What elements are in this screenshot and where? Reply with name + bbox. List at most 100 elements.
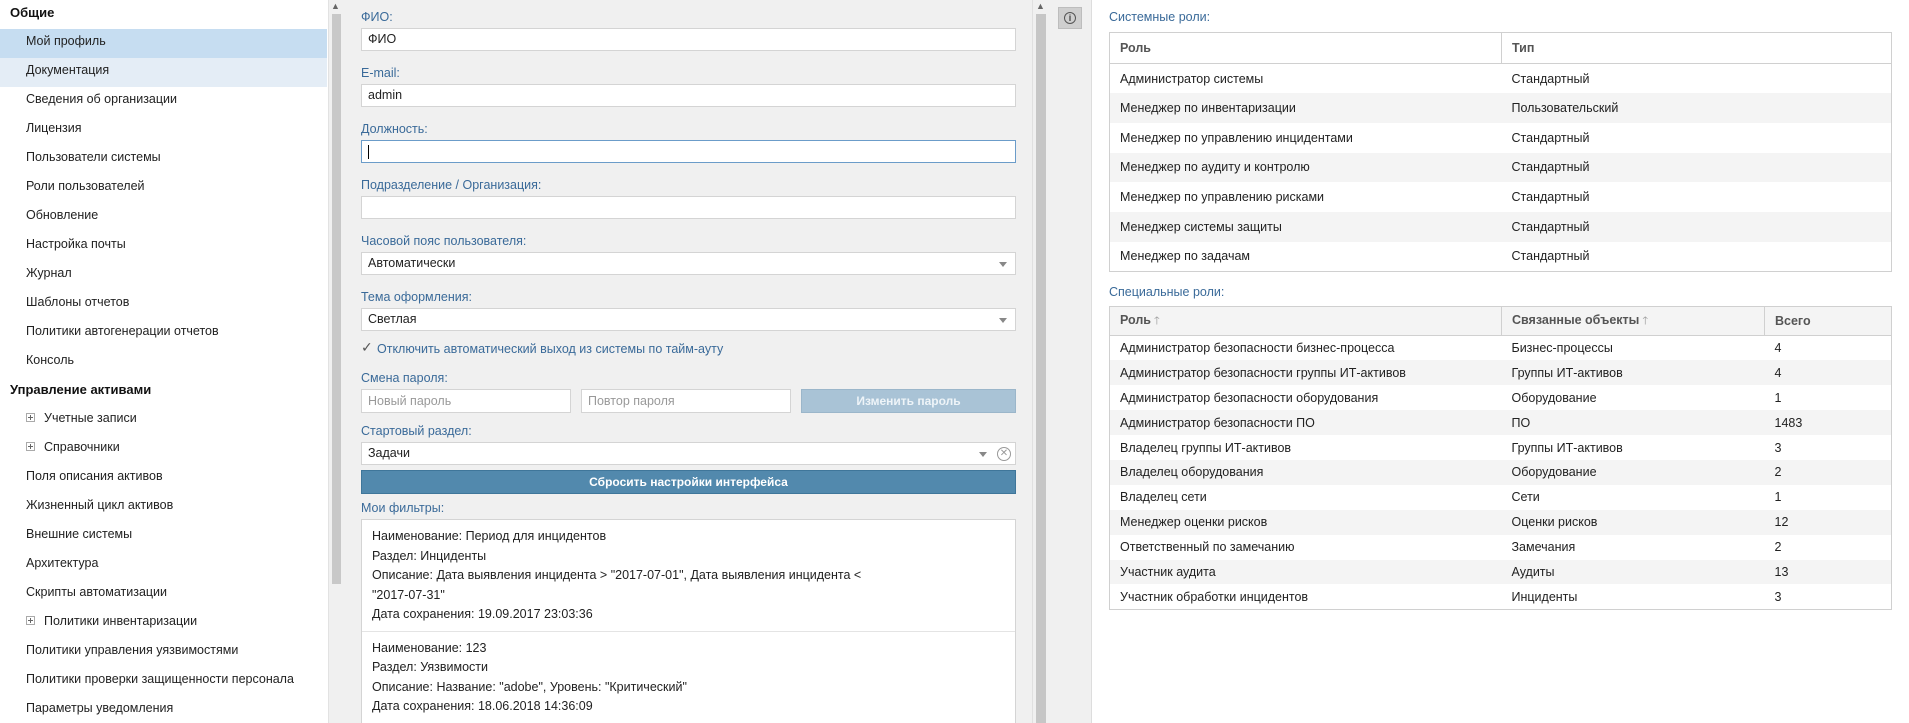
sort-arrow-icon[interactable]: 🡑 — [1154, 315, 1160, 327]
table-row[interactable]: Менеджер оценки рисков Оценки рисков 12 — [1109, 509, 1892, 535]
sidebar-item-report-autogen[interactable]: Политики автогенерации отчетов — [0, 319, 327, 348]
dropdown-arrow-icon[interactable] — [999, 318, 1007, 323]
table-row[interactable]: Менеджер по управлению инцидентами Станда… — [1110, 123, 1892, 153]
sidebar-item-automation-scripts[interactable]: Скрипты автоматизации — [0, 580, 327, 609]
table-row[interactable]: Менеджер по инвентаризации Пользовательск… — [1109, 93, 1892, 123]
role-cell: Менеджер по аудиту и контролю — [1109, 152, 1502, 183]
role-cell: Администратор безопасности оборудования — [1120, 390, 1379, 405]
clear-icon[interactable]: ✕ — [997, 447, 1011, 461]
expand-plus-icon[interactable] — [26, 413, 35, 423]
filters-list: Наименование: Период для инцидентов Разд… — [361, 519, 1016, 723]
sidebar-item-asset-lifecycle[interactable]: Жизненный цикл активов — [0, 493, 327, 522]
timeout-checkbox-label[interactable]: Отключить автоматический выход из систем… — [377, 342, 723, 356]
expand-plus-icon[interactable] — [26, 442, 35, 452]
column-header-role[interactable]: Роль — [1109, 32, 1502, 64]
repeat-password-input[interactable]: Повтор пароля — [581, 389, 791, 413]
role-cell: Владелец группы ИТ-активов — [1120, 440, 1292, 455]
objects-cell: Оборудование — [1511, 390, 1597, 405]
sidebar-item-notification-params[interactable]: Параметры уведомления — [0, 696, 327, 723]
new-password-input[interactable]: Новый пароль — [361, 389, 571, 413]
column-header-label: Связанные объекты — [1512, 312, 1640, 327]
scroll-up-arrow-icon[interactable]: ▲ — [331, 1, 340, 11]
column-header-total[interactable]: Всего — [1764, 306, 1892, 336]
column-header-type[interactable]: Тип — [1501, 32, 1892, 64]
profile-scroll-thumb[interactable] — [1036, 14, 1046, 723]
sidebar-scrollbar[interactable]: ▲ — [328, 0, 344, 723]
column-header-role[interactable]: Роль 🡑 — [1109, 306, 1502, 336]
table-row[interactable]: Администратор безопасности оборудования О… — [1110, 385, 1892, 410]
role-cell: Участник аудита — [1109, 559, 1502, 585]
sidebar-item-documentation[interactable]: Документация — [0, 58, 327, 87]
sidebar-item-directories[interactable]: Справочники — [0, 435, 327, 464]
table-row[interactable]: Владелец группы ИТ-активов Группы ИТ-акти… — [1110, 435, 1892, 460]
timeout-checkbox-row[interactable]: Отключить автоматический выход из систем… — [361, 337, 1016, 361]
table-row[interactable]: Владелец сети Сети 1 — [1110, 485, 1892, 510]
filter-item[interactable]: Наименование: 123 Раздел: Уязвимости Опи… — [362, 630, 1015, 723]
email-field[interactable]: admin — [361, 84, 1016, 107]
table-row[interactable]: Менеджер по аудиту и контролю Стандартный — [1109, 152, 1892, 183]
column-header-linked-objects[interactable]: Связанные объекты 🡑 — [1501, 306, 1765, 336]
sidebar-item-my-profile[interactable]: Мой профиль — [0, 29, 327, 58]
type-cell: Стандартный — [1511, 249, 1590, 264]
objects-cell: Замечания — [1511, 540, 1576, 555]
sidebar-item-vuln-policies[interactable]: Политики управления уязвимостями — [0, 638, 327, 667]
filter-item[interactable]: Наименование: Период для инцидентов Разд… — [362, 520, 1015, 631]
timezone-select[interactable]: Автоматически — [361, 252, 1016, 275]
fio-field[interactable]: ФИО — [361, 28, 1016, 51]
sidebar-item-update[interactable]: Обновление — [0, 203, 327, 232]
sidebar-item-users[interactable]: Пользователи системы — [0, 145, 327, 174]
sidebar-item-inventory-policies[interactable]: Политики инвентаризации — [0, 609, 327, 638]
profile-panel: ФИО: ФИО E-mail: admin Должность: Подраз… — [344, 0, 1032, 723]
sidebar-item-external-systems[interactable]: Внешние системы — [0, 522, 327, 551]
reset-interface-button[interactable]: Сбросить настройки интерфейса — [361, 470, 1016, 494]
sidebar-item-asset-fields[interactable]: Поля описания активов — [0, 464, 327, 493]
table-row[interactable]: Менеджер по управлению рисками Стандартны… — [1110, 182, 1892, 212]
expand-plus-icon[interactable] — [26, 616, 35, 626]
sidebar-item-user-roles[interactable]: Роли пользователей — [0, 174, 327, 203]
table-row[interactable]: Менеджер по задачам Стандартный — [1110, 242, 1892, 272]
position-field[interactable] — [361, 140, 1016, 163]
sort-arrow-icon[interactable]: 🡑 — [1642, 315, 1648, 327]
start-section-select[interactable]: Задачи ✕ — [361, 442, 1016, 465]
sidebar-item-console[interactable]: Консоль — [0, 348, 327, 377]
table-row[interactable]: Участник обработки инцидентов Инциденты 3 — [1110, 584, 1892, 609]
email-label: E-mail: — [361, 66, 400, 80]
dropdown-arrow-icon[interactable] — [979, 452, 987, 457]
theme-select[interactable]: Светлая — [361, 308, 1016, 331]
table-row[interactable]: Администратор безопасности бизнес-процес… — [1110, 336, 1892, 361]
sidebar-item-organization[interactable]: Сведения об организации — [0, 87, 327, 116]
type-cell: Стандартный — [1511, 190, 1590, 205]
table-row[interactable]: Владелец оборудования Оборудование 2 — [1109, 459, 1892, 485]
sidebar-scroll-thumb[interactable] — [332, 14, 341, 584]
dropdown-arrow-icon[interactable] — [999, 262, 1007, 267]
division-field[interactable] — [361, 196, 1016, 219]
table-row[interactable]: Ответственный по замечанию Замечания 2 — [1110, 535, 1892, 560]
sidebar-group-general: Общие — [10, 5, 55, 20]
profile-scrollbar[interactable]: ▲ — [1032, 0, 1048, 723]
sidebar-item-journal[interactable]: Журнал — [0, 261, 327, 290]
change-password-button[interactable]: Изменить пароль — [801, 389, 1016, 413]
sidebar-item-report-templates[interactable]: Шаблоны отчетов — [0, 290, 327, 319]
scroll-up-arrow-icon[interactable]: ▲ — [1036, 1, 1045, 11]
sidebar-item-mail-settings[interactable]: Настройка почты — [0, 232, 327, 261]
fio-label: ФИО: — [361, 10, 393, 24]
sidebar-item-architecture[interactable]: Архитектура — [0, 551, 327, 580]
sidebar-item-label: Учетные записи — [44, 411, 137, 425]
table-row[interactable]: Менеджер системы защиты Стандартный — [1109, 211, 1892, 242]
table-row[interactable]: Администратор безопасности ПО ПО 1483 — [1109, 410, 1892, 436]
sidebar-group-asset-management: Управление активами — [10, 382, 152, 397]
role-cell: Владелец оборудования — [1109, 459, 1502, 485]
sidebar-item-accounts[interactable]: Учетные записи — [0, 406, 327, 435]
sidebar-item-license[interactable]: Лицензия — [0, 116, 327, 145]
table-row[interactable]: Администратор безопасности группы ИТ-акт… — [1109, 360, 1892, 386]
table-row[interactable]: Администратор системы Стандартный — [1110, 64, 1892, 94]
objects-cell: Группы ИТ-активов — [1511, 440, 1623, 455]
total-cell: 3 — [1774, 589, 1782, 604]
sidebar-item-label: Политики инвентаризации — [44, 614, 198, 628]
table-row[interactable]: Участник аудита Аудиты 13 — [1109, 559, 1892, 585]
special-roles-table: Роль 🡑 Связанные объекты 🡑 Всего Администр… — [1109, 306, 1892, 610]
info-button[interactable]: i — [1058, 7, 1082, 29]
filter-name: Наименование: 123 — [372, 640, 487, 655]
sidebar-item-personnel-policies[interactable]: Политики проверки защищенности персонала — [0, 667, 327, 696]
checkbox-checked-icon[interactable] — [361, 337, 373, 357]
